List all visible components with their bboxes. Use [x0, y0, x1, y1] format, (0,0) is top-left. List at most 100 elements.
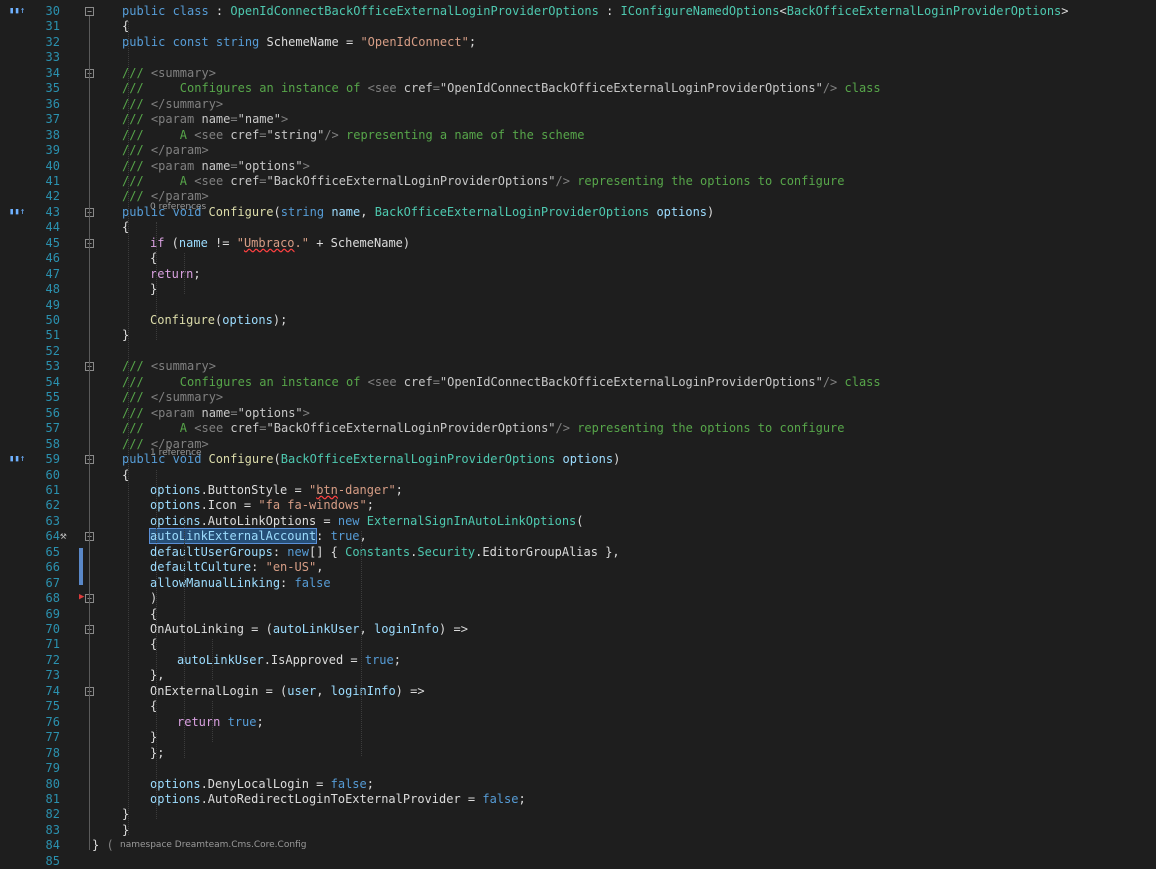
codelens-references[interactable]: 1 reference: [150, 448, 202, 459]
doc-comment-attr: name: [201, 406, 231, 420]
code-line[interactable]: 67 allowManualLinking: false: [0, 576, 1156, 591]
override-marker-icon[interactable]: ▮▮↑: [9, 454, 25, 465]
doc-comment-tag: </summary>: [143, 97, 224, 111]
code-line[interactable]: 31{: [0, 19, 1156, 34]
code-editor[interactable]: 30 public class : OpenIdConnectBackOffice…: [0, 0, 1156, 868]
codelens-references[interactable]: 3 references: [122, 0, 178, 2]
code-line[interactable]: 56 /// <param name="options">: [0, 406, 1156, 421]
line-number: 31: [45, 19, 60, 33]
identifier: OnExternalLogin = (: [150, 684, 288, 698]
code-line[interactable]: 49: [0, 298, 1156, 313]
code-line[interactable]: 38 /// A <see cref="string"/> representin…: [0, 128, 1156, 143]
punct: ;: [366, 777, 374, 791]
code-line[interactable]: 47 return;: [0, 267, 1156, 282]
doc-comment-tag: =: [230, 159, 238, 173]
code-line[interactable]: 77}: [0, 730, 1156, 745]
code-line[interactable]: 30 public class : OpenIdConnectBackOffice…: [0, 4, 1156, 19]
code-line[interactable]: 63 options.AutoLinkOptions = new External…: [0, 514, 1156, 529]
doc-comment: ///: [122, 128, 144, 142]
line-number: 49: [45, 298, 60, 312]
code-text: autoLinkExternalAccount: true,: [148, 528, 367, 544]
code-line[interactable]: 41 /// A <see cref="BackOfficeExternalLog…: [0, 174, 1156, 189]
doc-comment-tag: <see: [194, 174, 231, 188]
code-text: },: [150, 668, 164, 683]
code-line[interactable]: 66 defaultCulture: "en-US",: [0, 560, 1156, 575]
code-line[interactable]: 69{: [0, 607, 1156, 622]
quick-actions-icon[interactable]: ⚒: [60, 529, 67, 542]
code-text: Configure(options);: [150, 313, 287, 328]
code-line[interactable]: 75{: [0, 699, 1156, 714]
line-number: 80: [45, 777, 60, 791]
code-line[interactable]: 70 OnAutoLinking = (autoLinkUser, loginIn…: [0, 622, 1156, 637]
interface-name: IConfigureNamedOptions: [620, 4, 780, 18]
code-line[interactable]: 51}: [0, 328, 1156, 343]
punct: :: [280, 576, 295, 590]
code-line[interactable]: 76 return true;: [0, 715, 1156, 730]
code-line[interactable]: 64 autoLinkExternalAccount: true,: [0, 528, 1156, 544]
code-line[interactable]: 52: [0, 344, 1156, 359]
code-text: /// <summary>: [122, 359, 216, 374]
line-number: 75: [45, 699, 60, 713]
named-argument: autoLinkExternalAccount: [148, 528, 318, 544]
code-line[interactable]: 57 /// A <see cref="BackOfficeExternalLog…: [0, 421, 1156, 436]
keyword: true: [227, 715, 257, 729]
override-marker-icon[interactable]: ▮▮↑: [9, 6, 25, 17]
code-text: } (: [92, 838, 114, 853]
code-line[interactable]: 54 /// Configures an instance of <see cre…: [0, 375, 1156, 390]
punct: ) =>: [439, 622, 468, 636]
line-number: 53: [45, 359, 60, 373]
code-line[interactable]: 74 OnExternalLogin = (user, loginInfo) =>: [0, 684, 1156, 699]
line-number: 30: [45, 4, 60, 18]
code-line[interactable]: 68): [0, 591, 1156, 606]
code-text: public void Configure(string name, BackOf…: [122, 205, 714, 220]
doc-comment-attr: cref: [403, 375, 433, 389]
code-line[interactable]: 53 /// <summary>: [0, 359, 1156, 374]
code-line[interactable]: 55 /// </summary>: [0, 390, 1156, 405]
code-line[interactable]: 73},: [0, 668, 1156, 683]
code-text: OnAutoLinking = (autoLinkUser, loginInfo…: [150, 622, 468, 637]
code-line[interactable]: 50 Configure(options);: [0, 313, 1156, 328]
code-line[interactable]: 65 defaultUserGroups: new[] { Constants.S…: [0, 545, 1156, 560]
code-line[interactable]: 62 options.Icon = "fa fa-windows";: [0, 498, 1156, 513]
code-line[interactable]: 81 options.AutoRedirectLoginToExternalPro…: [0, 792, 1156, 807]
parameter: options: [150, 792, 201, 806]
code-line[interactable]: 85: [0, 854, 1156, 869]
code-line[interactable]: 39 /// </param>: [0, 143, 1156, 158]
code-line[interactable]: 61 options.ButtonStyle = "btn-danger";: [0, 483, 1156, 498]
code-line[interactable]: 72 autoLinkUser.IsApproved = true;: [0, 653, 1156, 668]
line-number: 37: [45, 112, 60, 126]
line-number: 74: [45, 684, 60, 698]
code-line[interactable]: 83}: [0, 823, 1156, 838]
code-line[interactable]: 71{: [0, 637, 1156, 652]
class-name: OpenIdConnectBackOfficeExternalLoginProv…: [230, 4, 599, 18]
code-line[interactable]: 45 if (name != "Umbraco." + SchemeName): [0, 236, 1156, 251]
code-line[interactable]: 80 options.DenyLocalLogin = false;: [0, 777, 1156, 792]
code-line[interactable]: 60{: [0, 468, 1156, 483]
code-line[interactable]: 36 /// </summary>: [0, 97, 1156, 112]
code-line[interactable]: 33: [0, 50, 1156, 65]
code-text: /// A <see cref="string"/> representing …: [122, 128, 584, 143]
code-line[interactable]: 32 public const string SchemeName = "Open…: [0, 35, 1156, 50]
code-line[interactable]: 46{: [0, 251, 1156, 266]
code-line[interactable]: 40 /// <param name="options">: [0, 159, 1156, 174]
string-literal: .": [294, 236, 309, 250]
doc-comment-tag: />: [555, 421, 570, 435]
doc-comment-value: "options": [237, 159, 303, 173]
line-number: 72: [45, 653, 60, 667]
code-line[interactable]: 48}: [0, 282, 1156, 297]
code-line[interactable]: 44{: [0, 220, 1156, 235]
doc-comment-value: "OpenIdConnectBackOfficeExternalLoginPro…: [439, 375, 823, 389]
doc-comment: ///: [122, 390, 144, 404]
code-line[interactable]: 82}: [0, 807, 1156, 822]
punct: ;: [518, 792, 526, 806]
code-line[interactable]: 78};: [0, 746, 1156, 761]
breakpoint-arrow-icon[interactable]: ▶: [79, 592, 84, 602]
brace: },: [150, 668, 165, 682]
code-line[interactable]: 37 /// <param name="name">: [0, 112, 1156, 127]
code-line[interactable]: 79: [0, 761, 1156, 776]
code-line[interactable]: 35 /// Configures an instance of <see cre…: [0, 81, 1156, 96]
override-marker-icon[interactable]: ▮▮↑: [9, 207, 25, 218]
codelens-references[interactable]: 0 references: [150, 202, 206, 213]
fold-toggle-icon[interactable]: −: [85, 7, 94, 16]
code-line[interactable]: 34 /// <summary>: [0, 66, 1156, 81]
